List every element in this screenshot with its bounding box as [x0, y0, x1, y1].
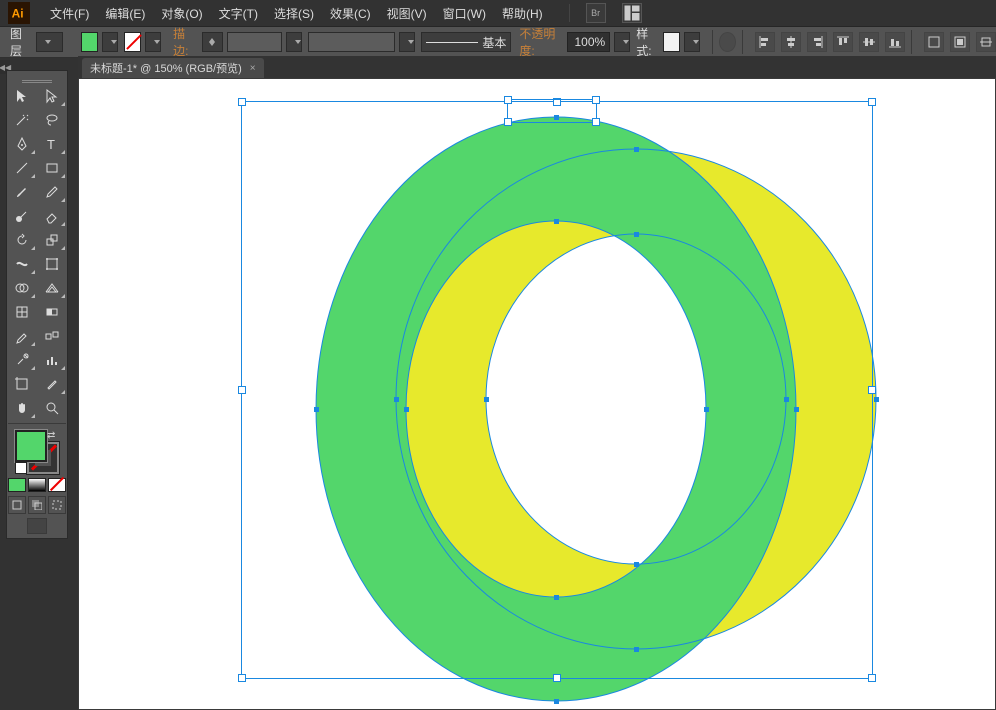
- fill-color-swatch[interactable]: [81, 32, 98, 52]
- document-area: 未标题-1* @ 150% (RGB/预览) ×: [78, 56, 996, 710]
- fill-color-dropdown[interactable]: [102, 32, 118, 52]
- opacity-value: 100%: [574, 35, 605, 49]
- selection-type-label: 图层: [10, 25, 30, 59]
- type-tool[interactable]: T: [38, 133, 66, 155]
- variable-width-profile[interactable]: [308, 32, 394, 52]
- scale-tool[interactable]: [38, 229, 66, 251]
- opacity-input[interactable]: 100%: [567, 32, 611, 52]
- stroke-weight-field[interactable]: [227, 32, 283, 52]
- graphic-style-swatch[interactable]: [663, 32, 680, 52]
- align-hcenter-icon[interactable]: [781, 32, 801, 52]
- width-tool[interactable]: [8, 253, 36, 275]
- magic-wand-tool[interactable]: [8, 109, 36, 131]
- mesh-tool[interactable]: [8, 301, 36, 323]
- selection-type-dropdown[interactable]: [36, 32, 63, 52]
- slice-tool[interactable]: [38, 373, 66, 395]
- fill-indicator[interactable]: [15, 430, 47, 462]
- eraser-tool[interactable]: [38, 205, 66, 227]
- screen-mode-icon[interactable]: [27, 518, 47, 534]
- stroke-label: 描边:: [173, 25, 196, 59]
- tools-panel: T ⇄: [6, 70, 68, 539]
- stroke-color-swatch[interactable]: [124, 32, 141, 52]
- paintbrush-tool[interactable]: [8, 181, 36, 203]
- symbol-sprayer-tool[interactable]: [8, 349, 36, 371]
- menu-help[interactable]: 帮助(H): [494, 5, 551, 22]
- graphic-style-dropdown[interactable]: [684, 32, 700, 52]
- align-top-icon[interactable]: [833, 32, 853, 52]
- default-fill-stroke-icon[interactable]: [15, 462, 27, 474]
- recolor-artwork-icon[interactable]: [719, 32, 736, 52]
- gradient-mode-icon[interactable]: [28, 478, 46, 492]
- eyedropper-tool[interactable]: [8, 325, 36, 347]
- menu-select[interactable]: 选择(S): [266, 5, 322, 22]
- brush-definition-label: 基本: [482, 34, 506, 51]
- svg-text:Ai: Ai: [12, 7, 24, 21]
- transform-buttons: [924, 32, 996, 52]
- bridge-icon[interactable]: Br: [586, 3, 606, 23]
- blend-tool[interactable]: [38, 325, 66, 347]
- draw-behind-icon[interactable]: [28, 496, 46, 514]
- fill-stroke-indicator[interactable]: ⇄: [15, 430, 59, 474]
- align-bottom-icon[interactable]: [885, 32, 905, 52]
- align-vcenter-icon[interactable]: [859, 32, 879, 52]
- pencil-tool[interactable]: [38, 181, 66, 203]
- graphic-style-label: 样式:: [636, 25, 659, 59]
- ring-green[interactable]: [316, 117, 796, 701]
- pen-tool[interactable]: [8, 133, 36, 155]
- align-left-icon[interactable]: [755, 32, 775, 52]
- gradient-tool[interactable]: [38, 301, 66, 323]
- color-mode-icon[interactable]: [8, 478, 26, 492]
- direct-selection-tool[interactable]: [38, 85, 66, 107]
- align-right-icon[interactable]: [807, 32, 827, 52]
- menu-view[interactable]: 视图(V): [379, 5, 435, 22]
- app-logo-icon: Ai: [8, 2, 30, 24]
- perspective-grid-tool[interactable]: [38, 277, 66, 299]
- menu-window[interactable]: 窗口(W): [435, 5, 494, 22]
- menu-edit[interactable]: 编辑(E): [97, 5, 153, 22]
- transform-icon[interactable]: [924, 32, 944, 52]
- stroke-weight-dropdown[interactable]: [286, 32, 302, 52]
- draw-normal-icon[interactable]: [8, 496, 26, 514]
- zoom-tool[interactable]: [38, 397, 66, 419]
- artboard-tool[interactable]: [8, 373, 36, 395]
- free-transform-tool[interactable]: [38, 253, 66, 275]
- document-tabstrip: 未标题-1* @ 150% (RGB/预览) ×: [78, 56, 996, 78]
- line-segment-tool[interactable]: [8, 157, 36, 179]
- menu-object[interactable]: 对象(O): [153, 5, 210, 22]
- menu-bar: Ai 文件(F) 编辑(E) 对象(O) 文字(T) 选择(S) 效果(C) 视…: [0, 0, 996, 27]
- rotate-tool[interactable]: [8, 229, 36, 251]
- stroke-weight-input[interactable]: [202, 32, 223, 52]
- lasso-tool[interactable]: [38, 109, 66, 131]
- canvas[interactable]: [78, 78, 996, 710]
- brush-definition[interactable]: 基本: [421, 32, 512, 52]
- draw-inside-icon[interactable]: [48, 496, 66, 514]
- close-tab-icon[interactable]: ×: [250, 63, 256, 74]
- artwork: [241, 99, 881, 709]
- selection-tool[interactable]: [8, 85, 36, 107]
- variable-width-dropdown[interactable]: [399, 32, 415, 52]
- opacity-label: 不透明度:: [519, 25, 562, 59]
- column-graph-tool[interactable]: [38, 349, 66, 371]
- opacity-dropdown[interactable]: [614, 32, 630, 52]
- hand-tool[interactable]: [8, 397, 36, 419]
- menu-type[interactable]: 文字(T): [211, 5, 266, 22]
- menu-effect[interactable]: 效果(C): [322, 5, 379, 22]
- svg-text:T: T: [47, 137, 55, 152]
- document-tab[interactable]: 未标题-1* @ 150% (RGB/预览) ×: [82, 58, 264, 78]
- blob-brush-tool[interactable]: [8, 205, 36, 227]
- isolate-icon[interactable]: [950, 32, 970, 52]
- document-tab-title: 未标题-1* @ 150% (RGB/预览): [90, 60, 242, 76]
- control-bar: 图层 描边: 基本 不透明度: 100% 样式:: [0, 27, 996, 58]
- edit-clip-icon[interactable]: [976, 32, 996, 52]
- shape-builder-tool[interactable]: [8, 277, 36, 299]
- swap-fill-stroke-icon[interactable]: ⇄: [47, 430, 59, 442]
- none-mode-icon[interactable]: [48, 478, 66, 492]
- tools-panel-grip[interactable]: [7, 77, 67, 83]
- menu-file[interactable]: 文件(F): [42, 5, 97, 22]
- rectangle-tool[interactable]: [38, 157, 66, 179]
- arrange-documents-icon[interactable]: [622, 3, 642, 23]
- align-buttons: [755, 32, 905, 52]
- stroke-color-dropdown[interactable]: [145, 32, 161, 52]
